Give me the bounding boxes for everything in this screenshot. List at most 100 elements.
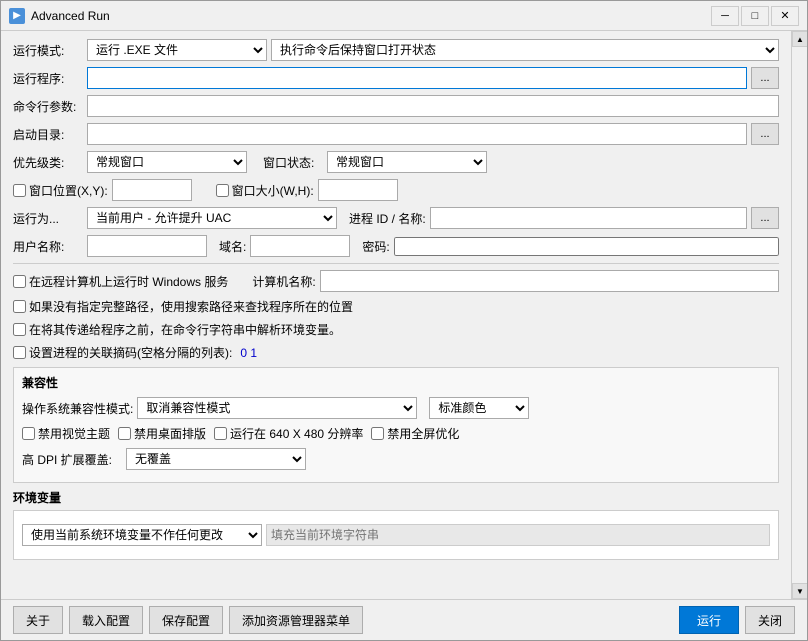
close-window-button[interactable]: ✕ [771, 6, 799, 26]
password-label: 密码: [362, 238, 389, 255]
save-config-button[interactable]: 保存配置 [149, 606, 223, 634]
compat-section: 兼容性 操作系统兼容性模式: 取消兼容性模式 标准颜色 禁用视觉主题 [13, 367, 779, 483]
run-as-label: 运行为... [13, 210, 83, 227]
expand-env-check-label[interactable]: 在将其传递给程序之前，在命令行字符串中解析环境变量。 [13, 321, 341, 338]
run-program-label: 运行程序: [13, 70, 83, 87]
run-mode-select[interactable]: 运行 .EXE 文件 [87, 39, 267, 61]
compat-color-select[interactable]: 标准颜色 [429, 397, 529, 419]
search-path-checkbox[interactable] [13, 300, 26, 313]
start-dir-browse-button[interactable]: ... [751, 123, 779, 145]
remote-service-check-label[interactable]: 在远程计算机上运行时 Windows 服务 [13, 273, 228, 290]
dpi-row: 高 DPI 扩展覆盖: 无覆盖 [22, 448, 770, 470]
minimize-button[interactable]: ─ [711, 6, 739, 26]
compat-os-row: 操作系统兼容性模式: 取消兼容性模式 标准颜色 [22, 397, 770, 419]
disable-fullscreen-label[interactable]: 禁用全屏优化 [371, 425, 459, 442]
compat-os-label: 操作系统兼容性模式: [22, 400, 133, 417]
start-dir-row: 启动目录: ... [13, 123, 779, 145]
load-config-button[interactable]: 载入配置 [69, 606, 143, 634]
window-pos-size-row: 窗口位置(X,Y): 20,20 窗口大小(W,H): 640,400 [13, 179, 779, 201]
run-as-select[interactable]: 当前用户 - 允许提升 UAC [87, 207, 337, 229]
hash-checkbox[interactable] [13, 346, 26, 359]
run-program-input[interactable] [87, 67, 747, 89]
dpi-label: 高 DPI 扩展覆盖: [22, 451, 122, 468]
remote-service-label: 在远程计算机上运行时 Windows 服务 [29, 273, 228, 290]
compat-os-select[interactable]: 取消兼容性模式 [137, 397, 417, 419]
password-input[interactable] [394, 237, 779, 256]
cmd-args-label: 命令行参数: [13, 98, 83, 115]
priority-window-row: 优先级类: 常规窗口 窗口状态: 常规窗口 [13, 151, 779, 173]
expand-env-row: 在将其传递给程序之前，在命令行字符串中解析环境变量。 [13, 321, 779, 338]
env-title: 环境变量 [13, 489, 779, 506]
window-size-label: 窗口大小(W,H): [232, 182, 314, 199]
priority-label: 优先级类: [13, 154, 83, 171]
process-id-label: 进程 ID / 名称: [349, 210, 426, 227]
disable-desktop-label[interactable]: 禁用桌面排版 [118, 425, 206, 442]
hash-row: 设置进程的关联摘码(空格分隔的列表): 0 1 [13, 344, 779, 361]
run-mode-right-select[interactable]: 执行命令后保持窗口打开状态 [271, 39, 779, 61]
disable-desktop-checkbox[interactable] [118, 427, 131, 440]
window-size-checkbox[interactable] [216, 184, 229, 197]
process-id-input[interactable] [430, 207, 747, 229]
domain-input[interactable] [250, 235, 350, 257]
start-dir-label: 启动目录: [13, 126, 83, 143]
window-pos-check-label[interactable]: 窗口位置(X,Y): [13, 182, 108, 199]
run-640-label[interactable]: 运行在 640 X 480 分辨率 [214, 425, 363, 442]
window-pos-checkbox[interactable] [13, 184, 26, 197]
window-pos-label: 窗口位置(X,Y): [29, 182, 108, 199]
app-icon: ▶ [9, 8, 25, 24]
disable-theme-checkbox[interactable] [22, 427, 35, 440]
compat-checks-row: 禁用视觉主题 禁用桌面排版 运行在 640 X 480 分辨率 禁用全屏优化 [22, 425, 770, 442]
env-select[interactable]: 使用当前系统环境变量不作任何更改 [22, 524, 262, 546]
machine-name-label: 计算机名称: [252, 273, 315, 290]
priority-select[interactable]: 常规窗口 [87, 151, 247, 173]
titlebar-left: ▶ Advanced Run [9, 8, 110, 24]
process-id-browse-button[interactable]: ... [751, 207, 779, 229]
footer: 关于 载入配置 保存配置 添加资源管理器菜单 运行 关闭 [1, 599, 807, 640]
env-fill-input[interactable] [266, 524, 770, 546]
run-program-browse-button[interactable]: ... [751, 67, 779, 89]
main-window: ▶ Advanced Run ─ □ ✕ 运行模式: 运行 .EXE 文件 执行… [0, 0, 808, 641]
scrollbar: ▲ ▼ [791, 31, 807, 599]
titlebar: ▶ Advanced Run ─ □ ✕ [1, 1, 807, 31]
expand-env-checkbox[interactable] [13, 323, 26, 336]
run-program-row: 运行程序: ... [13, 67, 779, 89]
main-scroll-area: 运行模式: 运行 .EXE 文件 执行命令后保持窗口打开状态 运行程序: ...… [1, 31, 807, 599]
username-label: 用户名称: [13, 238, 83, 255]
search-path-label: 如果没有指定完整路径，使用搜索路径来查找程序所在的位置 [29, 298, 353, 315]
user-domain-pass-row: 用户名称: 域名: 密码: [13, 235, 779, 257]
window-state-label: 窗口状态: [263, 154, 323, 171]
compat-title: 兼容性 [22, 374, 770, 391]
maximize-button[interactable]: □ [741, 6, 769, 26]
search-path-row: 如果没有指定完整路径，使用搜索路径来查找程序所在的位置 [13, 298, 779, 315]
disable-fullscreen-checkbox[interactable] [371, 427, 384, 440]
run-mode-row: 运行模式: 运行 .EXE 文件 执行命令后保持窗口打开状态 [13, 39, 779, 61]
cmd-args-row: 命令行参数: [13, 95, 779, 117]
window-state-select[interactable]: 常规窗口 [327, 151, 487, 173]
add-menu-button[interactable]: 添加资源管理器菜单 [229, 606, 363, 634]
hash-label: 设置进程的关联摘码(空格分隔的列表): [29, 344, 232, 361]
window-size-check-label[interactable]: 窗口大小(W,H): [216, 182, 314, 199]
username-input[interactable] [87, 235, 207, 257]
close-button[interactable]: 关闭 [745, 606, 795, 634]
machine-name-input[interactable] [320, 270, 779, 292]
hash-value: 0 1 [240, 346, 257, 360]
main-content: 运行模式: 运行 .EXE 文件 执行命令后保持窗口打开状态 运行程序: ...… [1, 31, 791, 599]
search-path-check-label[interactable]: 如果没有指定完整路径，使用搜索路径来查找程序所在的位置 [13, 298, 353, 315]
window-size-input[interactable]: 640,400 [318, 179, 398, 201]
run-640-checkbox[interactable] [214, 427, 227, 440]
hash-check-label[interactable]: 设置进程的关联摘码(空格分隔的列表): [13, 344, 232, 361]
dpi-select[interactable]: 无覆盖 [126, 448, 306, 470]
start-dir-input[interactable] [87, 123, 747, 145]
env-section: 使用当前系统环境变量不作任何更改 [13, 510, 779, 560]
window-pos-input[interactable]: 20,20 [112, 179, 192, 201]
run-mode-label: 运行模式: [13, 42, 83, 59]
scroll-up-button[interactable]: ▲ [792, 31, 807, 47]
cmd-args-input[interactable] [87, 95, 779, 117]
disable-theme-label[interactable]: 禁用视觉主题 [22, 425, 110, 442]
run-button[interactable]: 运行 [679, 606, 739, 634]
domain-label: 域名: [219, 238, 246, 255]
about-button[interactable]: 关于 [13, 606, 63, 634]
remote-service-checkbox[interactable] [13, 275, 26, 288]
titlebar-controls: ─ □ ✕ [711, 6, 799, 26]
scroll-down-button[interactable]: ▼ [792, 583, 807, 599]
